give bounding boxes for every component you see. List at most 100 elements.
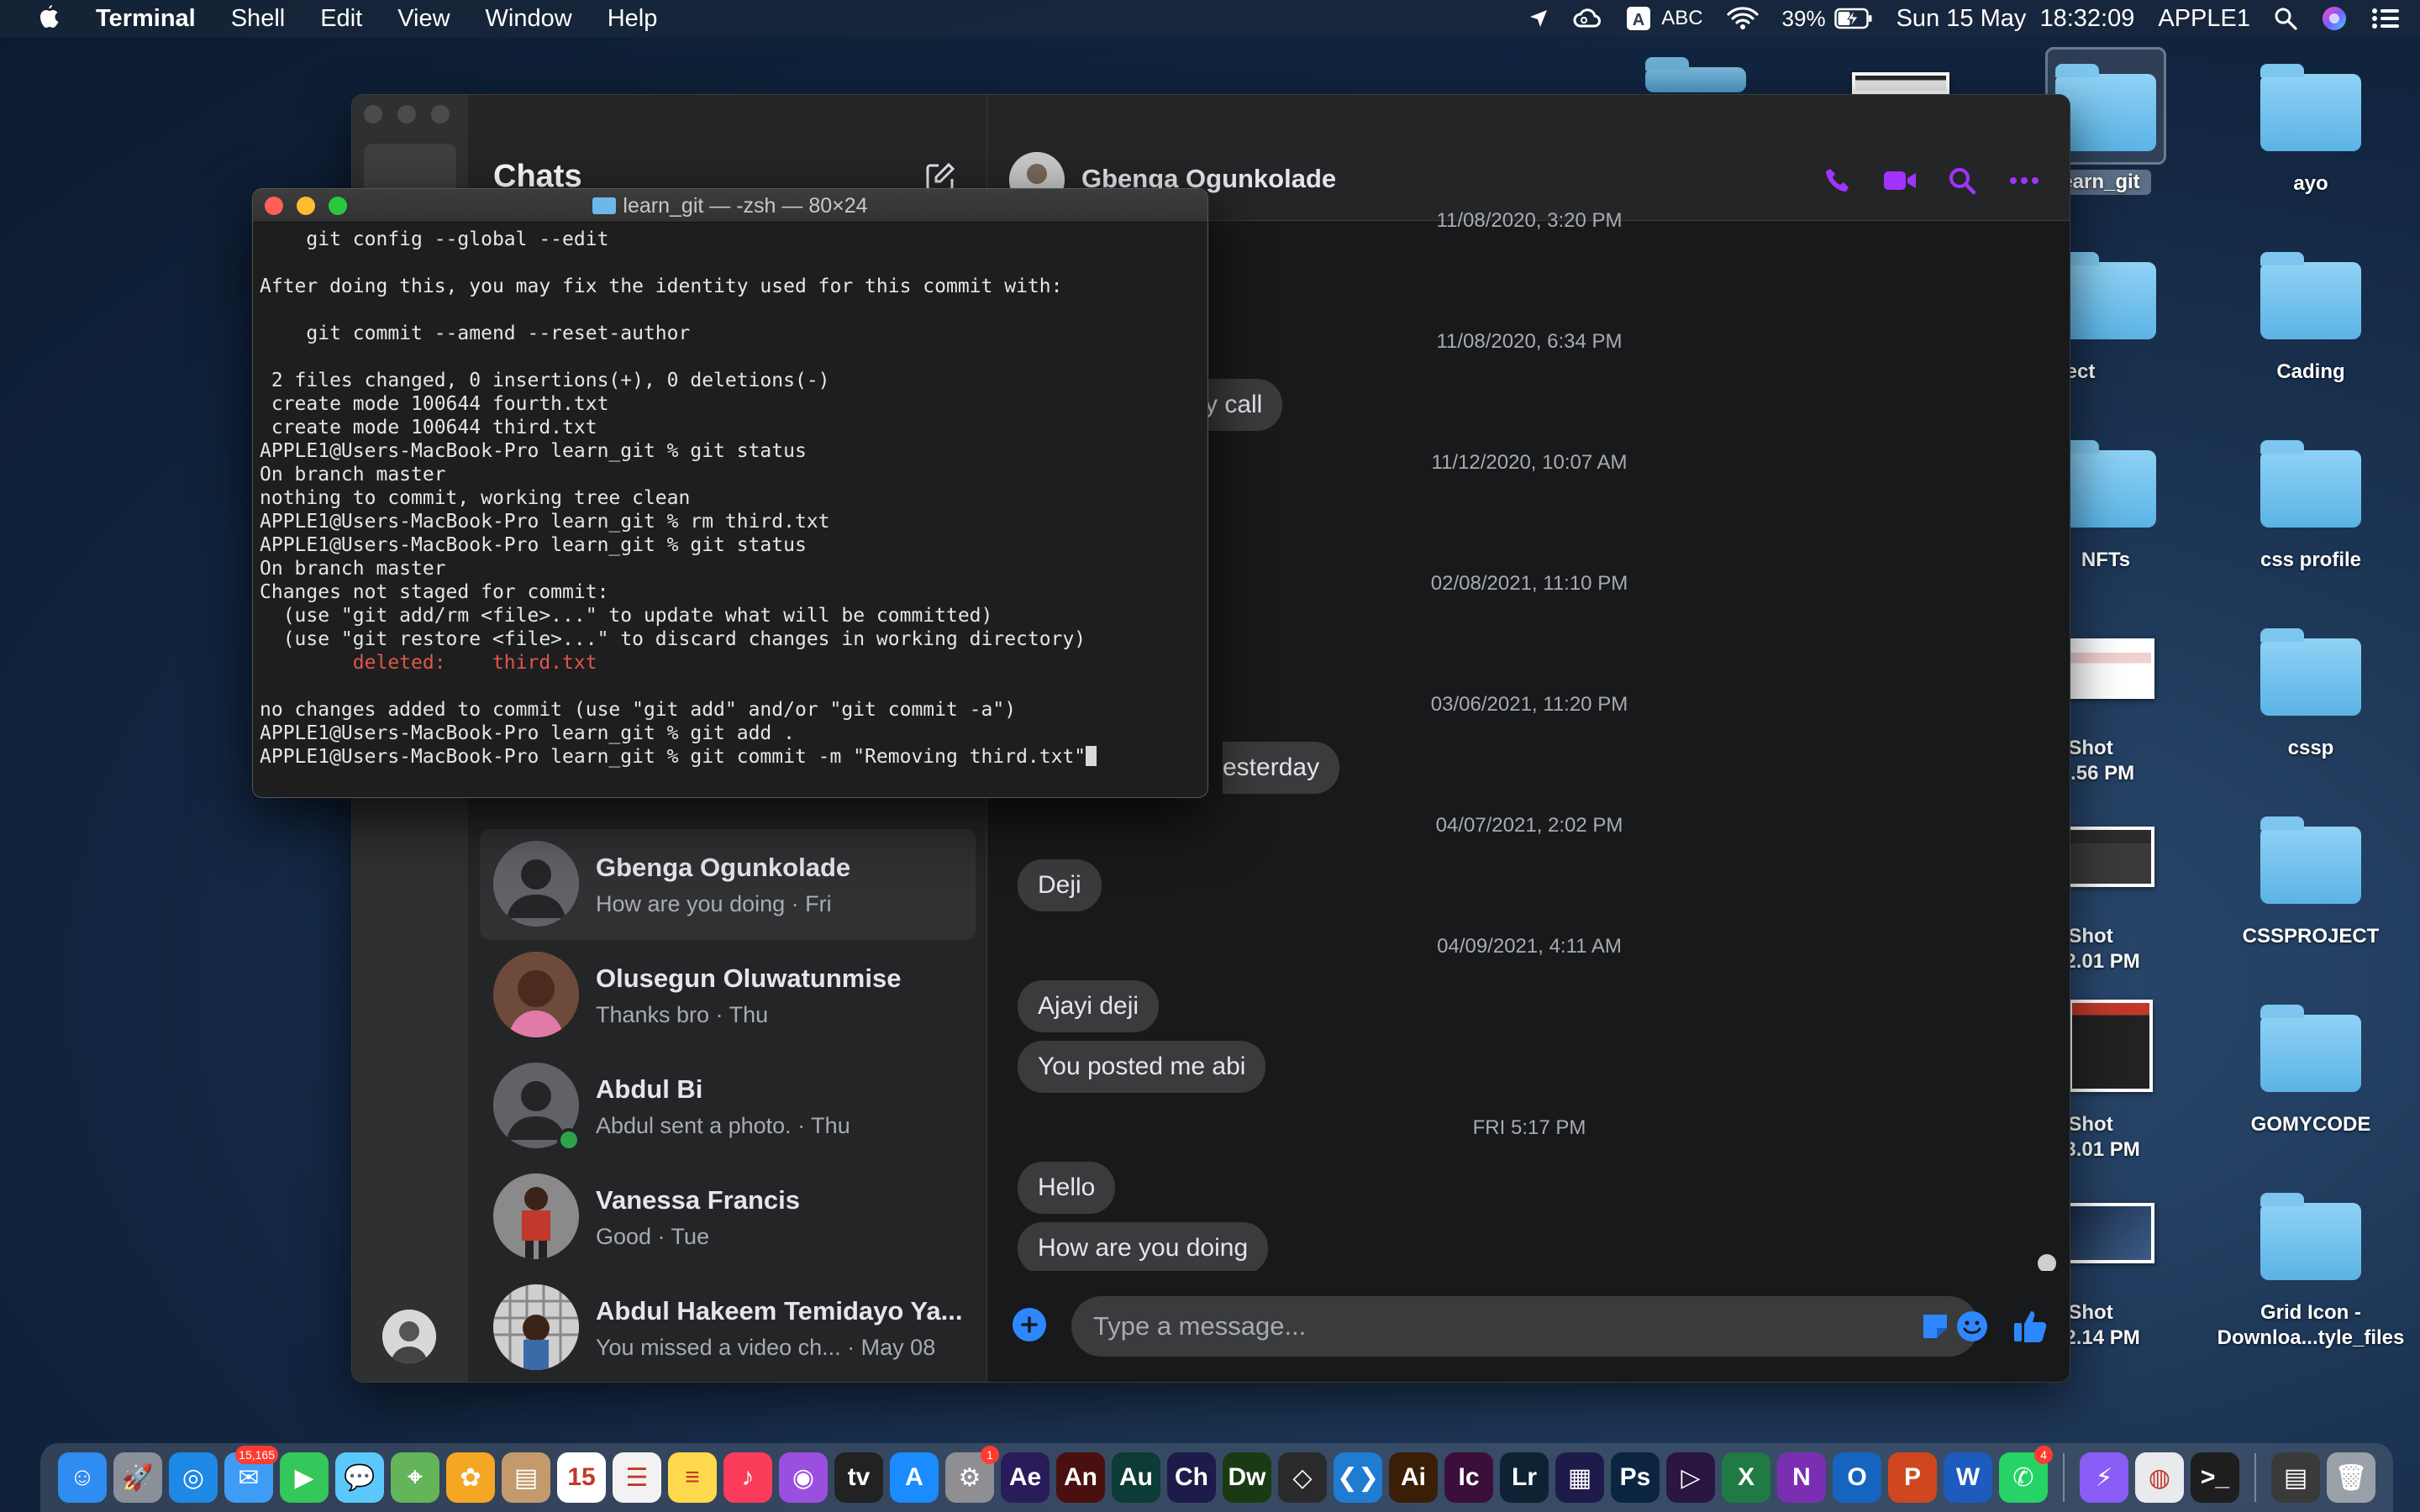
emoji-icon[interactable] (1955, 1310, 1989, 1343)
appstore-icon[interactable]: A (890, 1452, 939, 1503)
terminal-icon[interactable]: >_ (2191, 1452, 2239, 1503)
terminal-titlebar[interactable]: learn_git — -zsh — 80×24 (253, 189, 1207, 223)
calendar-icon[interactable]: 15 (557, 1452, 606, 1503)
downloads-icon[interactable]: ▤ (2271, 1452, 2320, 1503)
battery-charging-icon[interactable] (1833, 0, 1873, 37)
thumbs-up-icon[interactable] (2011, 1306, 2051, 1347)
creative-cloud-icon[interactable] (1572, 0, 1602, 37)
mediaencoder-icon[interactable]: ▦ (1555, 1452, 1604, 1503)
message-bubble[interactable]: You posted me abi (1018, 1041, 1266, 1093)
messages-icon[interactable]: 💬 (335, 1452, 384, 1503)
more-options-icon[interactable] (2007, 164, 2041, 197)
vscode-icon[interactable]: ❮❯ (1334, 1452, 1382, 1503)
maps-icon[interactable]: ⌖ (391, 1452, 439, 1503)
launchpad-icon[interactable]: 🚀 (113, 1452, 162, 1503)
music-icon[interactable]: ♪ (723, 1452, 772, 1503)
podcasts-icon[interactable]: ◉ (779, 1452, 828, 1503)
lightroom-icon[interactable]: Lr (1500, 1452, 1549, 1503)
phone-call-icon[interactable] (1821, 164, 1854, 197)
outlook-icon[interactable]: O (1833, 1452, 1881, 1503)
menu-window[interactable]: Window (486, 5, 572, 33)
desktop-background-folder-1[interactable] (1645, 57, 1746, 92)
aftereffects-icon[interactable]: Ae (1001, 1452, 1050, 1503)
input-source-label[interactable]: ABC (1661, 7, 1702, 30)
battery-percent[interactable]: 39% (1782, 6, 1826, 32)
minimize-button[interactable] (397, 105, 416, 123)
chrome-icon[interactable]: ◍ (2135, 1452, 2184, 1503)
folder-icon (2260, 252, 2361, 339)
mail-icon[interactable]: ✉ 15,165 (224, 1446, 278, 1503)
chat-item-olusegun[interactable]: Olusegun Oluwatunmise Thanks bro · Thu (480, 940, 976, 1051)
photos-icon[interactable]: ✿ (446, 1452, 495, 1503)
folder-icon (592, 197, 617, 214)
notes-icon[interactable]: ≡ (668, 1452, 717, 1503)
menu-app-name[interactable]: Terminal (96, 5, 196, 33)
facetime-icon[interactable]: ▶ (280, 1452, 329, 1503)
spotlight-search-icon[interactable] (2274, 0, 2297, 37)
message-input[interactable] (1071, 1296, 1979, 1357)
powerpoint-icon[interactable]: P (1888, 1452, 1937, 1503)
input-source-icon[interactable]: A (1626, 0, 1651, 37)
dreamweaver-icon[interactable]: Dw (1223, 1452, 1271, 1503)
messenger-icon[interactable]: ⚡ (2080, 1452, 2128, 1503)
excel-icon[interactable]: X (1722, 1452, 1770, 1503)
safari-icon[interactable]: ◎ (169, 1452, 218, 1503)
audition-icon[interactable]: Au (1112, 1452, 1160, 1503)
finder-icon[interactable]: ☺ (58, 1452, 107, 1503)
incopy-icon[interactable]: Ic (1444, 1452, 1493, 1503)
menubar-user[interactable]: APPLE1 (2158, 5, 2250, 33)
animate-icon[interactable]: An (1056, 1452, 1105, 1503)
menu-view[interactable]: View (397, 5, 450, 33)
terminal-prompt-line[interactable]: APPLE1@Users-MacBook-Pro learn_git % git… (260, 745, 1201, 769)
dock-glyph: ◍ (2148, 1463, 2171, 1492)
tv-icon[interactable]: tv (834, 1452, 883, 1503)
chat-item-abdul-hakeem[interactable]: Abdul Hakeem Temidayo Ya... You missed a… (480, 1273, 976, 1382)
character-icon[interactable]: Ch (1167, 1452, 1216, 1503)
onenote-icon[interactable]: N (1777, 1452, 1826, 1503)
add-attachment-icon[interactable] (1013, 1308, 1046, 1341)
sticker-icon[interactable] (1920, 1311, 1950, 1341)
message-bubble[interactable]: Ajayi deji (1018, 980, 1160, 1032)
chat-item-vanessa[interactable]: Vanessa Francis Good · Tue (480, 1162, 976, 1273)
apple-icon[interactable] (34, 3, 64, 34)
message-bubble[interactable]: esterday (1223, 742, 1340, 794)
message-bubble[interactable]: How are you doing (1018, 1222, 1269, 1274)
chat-item-abdul-bi[interactable]: Abdul Bi Abdul sent a photo. · Thu (480, 1051, 976, 1162)
rush-icon[interactable]: ▷ (1666, 1452, 1715, 1503)
dock-glyph: ◇ (1292, 1463, 1313, 1492)
close-button[interactable] (364, 105, 382, 123)
message-bubble[interactable]: Deji (1018, 859, 1102, 911)
settings-icon[interactable]: ⚙ 1 (945, 1446, 999, 1503)
menu-shell[interactable]: Shell (231, 5, 286, 33)
photoshop-icon[interactable]: Ps (1611, 1452, 1660, 1503)
siri-icon[interactable] (2321, 0, 2348, 37)
location-arrow-icon[interactable] (1528, 0, 1549, 37)
dock-glyph: ✉ (238, 1463, 260, 1492)
word-icon[interactable]: W (1944, 1452, 1992, 1503)
menubar-clock[interactable]: Sun 15 May 18:32:09 (1897, 5, 2135, 33)
desktop-background-screenshot[interactable] (1852, 72, 1949, 94)
terminal-line: (use "git add/rm <file>..." to update wh… (260, 605, 993, 627)
terminal-window[interactable]: learn_git — -zsh — 80×24 git config --gl… (252, 188, 1208, 798)
search-icon[interactable] (1945, 164, 1979, 197)
trash-icon[interactable]: 🗑 (2327, 1452, 2375, 1503)
whatsapp-icon[interactable]: ✆ 4 (1999, 1446, 2053, 1503)
chat-preview: How are you doing · Fri (596, 891, 832, 916)
chat-item-gbenga[interactable]: Gbenga Ogunkolade How are you doing · Fr… (480, 829, 976, 940)
control-center-icon[interactable] (2371, 0, 2400, 37)
video-call-icon[interactable] (1883, 164, 1917, 197)
message-bubble[interactable]: Hello (1018, 1162, 1116, 1214)
screenshot-thumbnail (2067, 638, 2154, 699)
illustrator-icon[interactable]: Ai (1389, 1452, 1438, 1503)
sketch-icon[interactable]: ◇ (1278, 1452, 1327, 1503)
reminders-icon[interactable]: ☰ (613, 1452, 661, 1503)
menu-edit[interactable]: Edit (320, 5, 362, 33)
wifi-icon[interactable] (1726, 0, 1759, 37)
terminal-output[interactable]: git config --global --edit After doing t… (260, 228, 1201, 769)
zoom-button[interactable] (431, 105, 450, 123)
profile-avatar[interactable] (382, 1310, 436, 1363)
text-cursor (1086, 746, 1097, 766)
desktop-label: Cading (2276, 360, 2345, 383)
contacts-icon[interactable]: ▤ (502, 1452, 550, 1503)
menu-help[interactable]: Help (608, 5, 658, 33)
